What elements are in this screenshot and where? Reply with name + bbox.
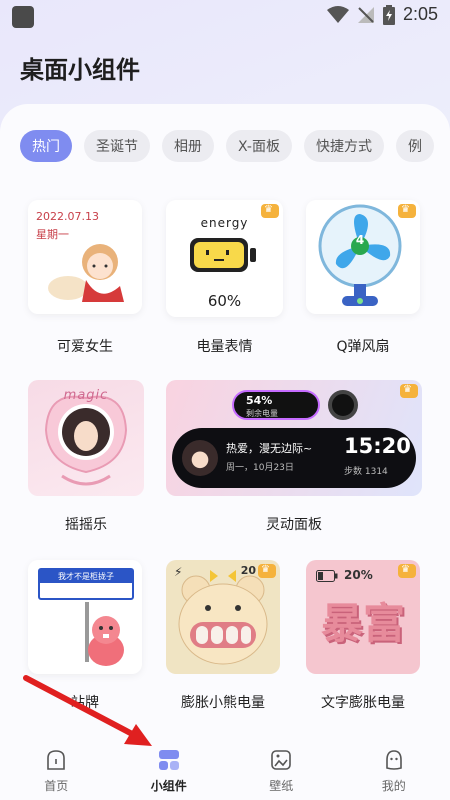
nav-label: 壁纸	[269, 779, 294, 793]
widget-name: 文字膨胀电量	[321, 695, 405, 711]
widget-card-bear-battery[interactable]: 20 ⚡	[166, 560, 280, 674]
widget-card-text-battery[interactable]: 20% 暴富	[306, 560, 420, 674]
fan-number: 4	[355, 233, 365, 247]
panel-quote: 热爱，漫无边际~	[226, 442, 313, 455]
avatar	[182, 440, 218, 476]
nav-profile[interactable]: 我的	[338, 738, 450, 800]
cute-girl-illustration	[48, 244, 124, 302]
magic-word: magic	[63, 388, 109, 403]
fan-illustration	[318, 204, 402, 306]
svg-text:⚡: ⚡	[174, 565, 182, 579]
widget-name: 膨胀小熊电量	[181, 695, 265, 711]
profile-icon	[385, 750, 402, 770]
panel-date: 周一，10月23日	[226, 463, 294, 473]
widgets-icon	[158, 750, 179, 770]
bottom-navigation: 首页 小组件 壁纸 我的	[0, 738, 450, 800]
tab-more[interactable]: 例	[395, 130, 434, 162]
widget-name: 摇摇乐	[65, 517, 107, 533]
nav-home[interactable]: 首页	[0, 738, 113, 800]
ring-indicator-icon	[328, 390, 358, 420]
widget-name: 电量表情	[196, 339, 253, 355]
widget-card-sign[interactable]: 我才不是柜拢子	[28, 560, 142, 674]
beaver-illustration	[85, 602, 124, 666]
premium-crown-icon	[398, 564, 416, 578]
battery-charging-icon	[382, 4, 395, 25]
widget-gallery: 热门 圣诞节 相册 X-面板 快捷方式 例 2022.07.13 星期一 可爱女…	[0, 104, 450, 738]
widget-name: 可爱女生	[57, 339, 113, 355]
nav-wallpaper[interactable]: 壁纸	[225, 738, 338, 800]
info-bar: 热爱，漫无边际~ 周一，10月23日 15:20 步数 1314	[172, 428, 416, 488]
panel-steps: 步数 1314	[344, 467, 388, 477]
wifi-icon	[326, 5, 349, 23]
tab-christmas[interactable]: 圣诞节	[84, 130, 150, 162]
nav-label: 首页	[44, 779, 69, 793]
page-title: 桌面小组件	[20, 56, 140, 84]
widget-card-shake[interactable]: magic	[28, 380, 144, 496]
category-tabs: 热门 圣诞节 相册 X-面板 快捷方式 例	[20, 130, 434, 162]
wallpaper-icon	[271, 750, 292, 770]
status-time: 2:05	[402, 4, 438, 24]
energy-percent: 60%	[207, 292, 242, 310]
widget-card-dynamic-panel[interactable]: 54% 剩余电量 热爱，漫无边际~ 周一，10月23日 15:20 步数 131…	[166, 380, 422, 496]
widget-card-cute-girl[interactable]: 2022.07.13 星期一	[28, 200, 142, 314]
nav-widgets[interactable]: 小组件	[113, 738, 226, 800]
tab-x-panel[interactable]: X-面板	[226, 130, 292, 162]
tab-shortcuts[interactable]: 快捷方式	[303, 130, 384, 162]
widget-name: Q弹风扇	[336, 339, 390, 355]
widget-name: 站牌	[71, 695, 99, 711]
tab-album[interactable]: 相册	[162, 130, 214, 162]
widget-name: 灵动面板	[266, 517, 322, 533]
tab-hot[interactable]: 热门	[20, 130, 72, 162]
widget-card-energy[interactable]: energy 60%	[166, 200, 283, 317]
battery-percent: 54%	[246, 394, 273, 407]
battery-label: 剩余电量	[246, 409, 278, 418]
nav-label: 小组件	[150, 779, 187, 793]
app-notification-icon	[12, 6, 34, 28]
home-icon	[47, 750, 66, 770]
bear-illustration: ⚡	[174, 565, 268, 665]
text-battery-percent: 20%	[344, 568, 373, 582]
battery-pill: 54% 剩余电量	[232, 390, 320, 420]
nav-label: 我的	[381, 779, 406, 793]
status-bar: 2:05	[0, 0, 450, 32]
widget-card-fan[interactable]: 4	[306, 200, 420, 314]
panel-time: 15:20	[344, 434, 411, 458]
battery-icon	[316, 570, 338, 582]
big-text: 暴富	[320, 599, 405, 648]
premium-crown-icon	[400, 384, 418, 398]
signal-icon	[357, 6, 374, 23]
